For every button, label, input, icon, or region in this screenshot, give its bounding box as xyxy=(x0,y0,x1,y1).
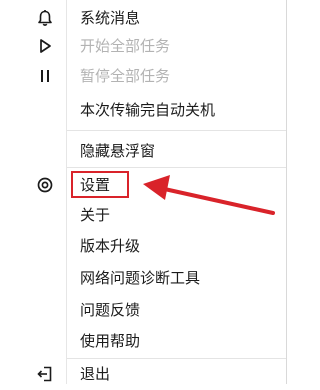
bell-icon xyxy=(36,9,54,27)
menu-separator xyxy=(67,130,286,131)
menu-item-help[interactable]: 使用帮助 xyxy=(0,325,286,357)
menu-item-exit[interactable]: 退出 xyxy=(0,358,286,390)
menu-item-network-diagnostic[interactable]: 网络问题诊断工具 xyxy=(0,262,286,294)
settings-icon xyxy=(36,176,54,194)
menu-item-label: 退出 xyxy=(80,365,111,383)
menu-item-label: 问题反馈 xyxy=(80,301,141,319)
menu-item-auto-shutdown[interactable]: 本次传输完自动关机 xyxy=(0,94,286,126)
menu-item-label: 网络问题诊断工具 xyxy=(80,269,201,287)
menu-item-feedback[interactable]: 问题反馈 xyxy=(0,294,286,326)
menu-item-start-all-tasks[interactable]: 开始全部任务 xyxy=(0,30,286,62)
menu-item-label: 暂停全部任务 xyxy=(80,67,171,85)
menu-item-label: 版本升级 xyxy=(80,237,141,255)
context-menu: 系统消息 开始全部任务 暂停全部任务 本次传输完自动关机 隐藏悬浮窗 设置 关于… xyxy=(0,0,294,384)
menu-right-border xyxy=(286,0,287,384)
menu-item-label: 本次传输完自动关机 xyxy=(80,101,216,119)
menu-item-version-upgrade[interactable]: 版本升级 xyxy=(0,230,286,262)
menu-separator xyxy=(67,167,286,168)
menu-item-hide-floating-window[interactable]: 隐藏悬浮窗 xyxy=(0,135,286,167)
menu-item-settings[interactable]: 设置 xyxy=(0,169,286,201)
play-icon xyxy=(36,37,54,55)
settings-highlight-box xyxy=(71,171,129,198)
menu-item-label: 开始全部任务 xyxy=(80,37,171,55)
menu-item-pause-all-tasks[interactable]: 暂停全部任务 xyxy=(0,60,286,92)
pause-icon xyxy=(36,67,54,85)
menu-item-label: 使用帮助 xyxy=(80,332,141,350)
menu-item-label: 隐藏悬浮窗 xyxy=(80,142,156,160)
menu-item-label: 关于 xyxy=(80,206,111,224)
menu-item-about[interactable]: 关于 xyxy=(0,199,286,231)
exit-icon xyxy=(36,365,54,383)
